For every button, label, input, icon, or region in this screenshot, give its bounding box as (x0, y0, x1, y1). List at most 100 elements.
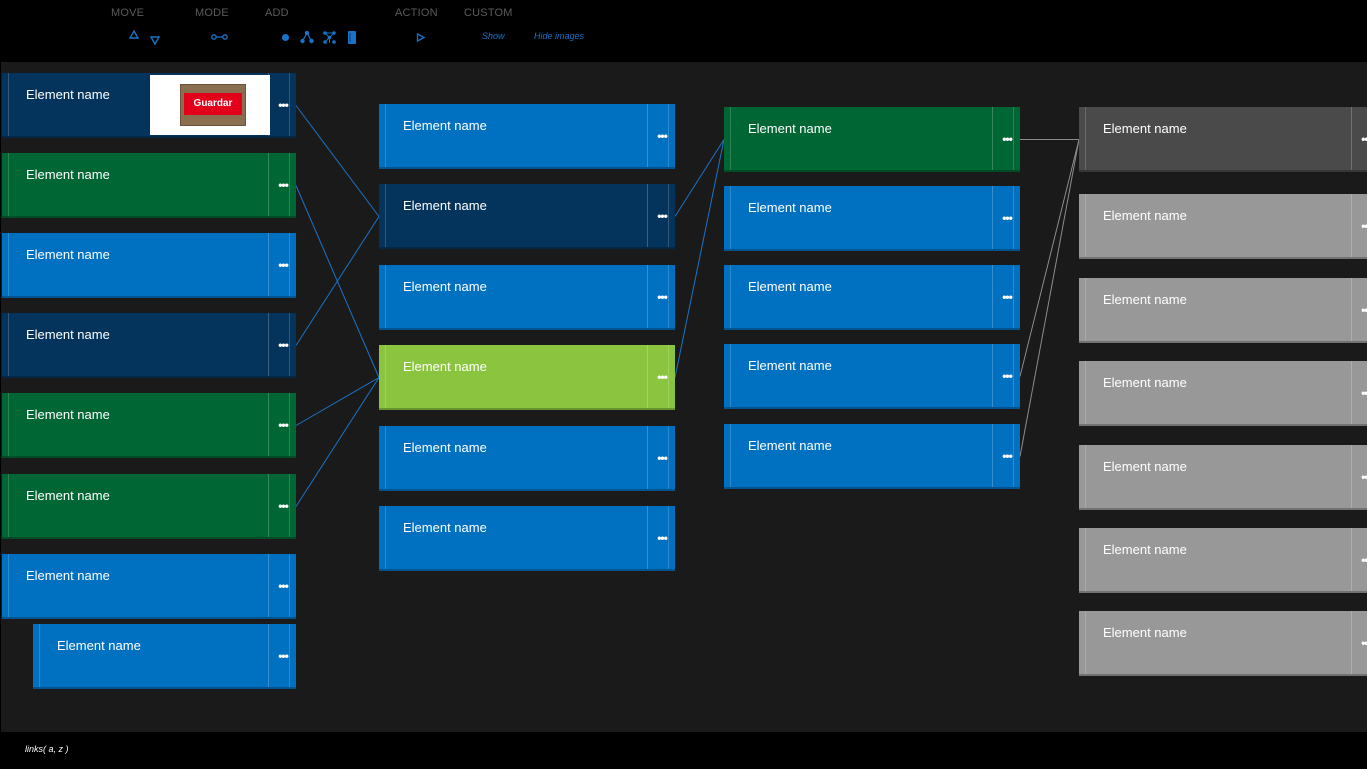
node-stripe (8, 313, 9, 376)
node-name: Element name (1103, 625, 1187, 640)
node-link (295, 105, 380, 217)
add-tree-icon[interactable] (300, 30, 314, 44)
node-menu-button[interactable]: ••• (992, 107, 1020, 170)
node-edge (1013, 424, 1014, 487)
node-link (295, 216, 380, 346)
node-menu-button[interactable]: ••• (268, 233, 296, 296)
graph-node[interactable]: Element name ••• (724, 107, 1020, 172)
graph-node[interactable]: Element name ••• (1079, 445, 1367, 510)
node-menu-button[interactable]: ••• (647, 104, 675, 167)
node-menu-button[interactable]: ••• (1351, 528, 1367, 591)
more-dots-icon: ••• (1361, 218, 1367, 233)
node-name: Element name (748, 121, 832, 136)
node-menu-button[interactable]: ••• (992, 265, 1020, 328)
node-menu-button[interactable]: ••• (647, 506, 675, 569)
node-menu-button[interactable]: ••• (647, 184, 675, 247)
node-menu-button[interactable]: ••• (268, 554, 296, 617)
graph-node[interactable]: Element name ••• (724, 344, 1020, 409)
node-menu-button[interactable]: ••• (647, 265, 675, 328)
node-stripe (730, 265, 731, 328)
node-name: Element name (403, 440, 487, 455)
node-stripe (8, 474, 9, 537)
node-name: Element name (26, 327, 110, 342)
show-button[interactable]: Show (482, 31, 505, 41)
add-node-icon[interactable] (281, 33, 290, 42)
node-menu-button[interactable]: ••• (992, 424, 1020, 487)
node-menu-button[interactable]: ••• (647, 345, 675, 408)
node-menu-button[interactable]: ••• (268, 474, 296, 537)
graph-node[interactable]: Element name ••• (1079, 528, 1367, 593)
graph-node[interactable]: Element name ••• (379, 265, 675, 330)
node-name: Element name (26, 167, 110, 182)
node-stripe (8, 73, 9, 136)
link-mode-icon[interactable] (211, 32, 228, 42)
node-menu-button[interactable]: ••• (268, 153, 296, 216)
node-menu-button[interactable]: ••• (1351, 278, 1367, 341)
toolbar: MOVE MODE ADD ACTION CUSTOM Show Hide im… (0, 0, 1367, 62)
graph-node[interactable]: Element name ••• (2, 474, 296, 539)
node-edge (289, 393, 290, 456)
graph-node[interactable]: Element name ••• (724, 265, 1020, 330)
graph-node[interactable]: Element name ••• (2, 393, 296, 458)
add-document-icon[interactable] (347, 30, 357, 45)
graph-node[interactable]: Element name ••• (2, 313, 296, 378)
graph-node[interactable]: Element name ••• (1079, 361, 1367, 426)
graph-node[interactable]: Element name ••• (1079, 278, 1367, 343)
graph-canvas[interactable]: Element name Guardar ••• Element name ••• Ele… (1, 62, 1367, 732)
graph-node[interactable]: Element name Guardar ••• (2, 73, 296, 138)
more-dots-icon: ••• (1361, 469, 1367, 484)
thumbnail-guardar-button: Guardar (184, 93, 242, 115)
node-menu-button[interactable]: ••• (1351, 445, 1367, 508)
graph-node[interactable]: Element name ••• (2, 554, 296, 619)
graph-node[interactable]: Element name ••• (379, 184, 675, 249)
node-edge (1013, 107, 1014, 170)
node-stripe (8, 153, 9, 216)
node-edge (289, 624, 290, 687)
graph-node[interactable]: Element name ••• (1079, 194, 1367, 259)
node-edge (289, 73, 290, 136)
node-menu-button[interactable]: ••• (1351, 107, 1367, 170)
graph-node[interactable]: Element name ••• (2, 233, 296, 298)
node-edge (289, 474, 290, 537)
graph-node[interactable]: Element name ••• (379, 345, 675, 410)
move-down-icon[interactable] (150, 35, 160, 45)
graph-node[interactable]: Element name ••• (379, 426, 675, 491)
node-menu-button[interactable]: ••• (647, 426, 675, 489)
node-menu-button[interactable]: ••• (992, 344, 1020, 407)
graph-node[interactable]: Element name ••• (2, 153, 296, 218)
node-name: Element name (26, 407, 110, 422)
graph-node[interactable]: Element name ••• (724, 186, 1020, 251)
play-icon[interactable] (416, 33, 425, 42)
node-stripe (1085, 611, 1086, 674)
node-menu-button[interactable]: ••• (268, 313, 296, 376)
hide-images-button[interactable]: Hide images (534, 31, 584, 41)
graph-node[interactable]: Element name ••• (379, 104, 675, 169)
node-edge (668, 345, 669, 408)
node-name: Element name (1103, 208, 1187, 223)
graph-node[interactable]: Element name ••• (379, 506, 675, 571)
node-stripe (730, 107, 731, 170)
graph-node[interactable]: Element name ••• (724, 424, 1020, 489)
node-thumbnail-image: Guardar (150, 75, 270, 135)
node-menu-button[interactable]: ••• (268, 73, 296, 136)
node-menu-button[interactable]: ••• (268, 624, 296, 687)
graph-node[interactable]: Element name ••• (1079, 611, 1367, 676)
node-menu-button[interactable]: ••• (1351, 361, 1367, 424)
node-name: Element name (1103, 375, 1187, 390)
node-link (295, 377, 380, 507)
node-name: Element name (1103, 459, 1187, 474)
node-menu-button[interactable]: ••• (1351, 611, 1367, 674)
node-edge (1013, 186, 1014, 249)
node-menu-button[interactable]: ••• (268, 393, 296, 456)
node-name: Element name (26, 568, 110, 583)
graph-node[interactable]: Element name ••• (1079, 107, 1367, 172)
more-dots-icon: ••• (1361, 635, 1367, 650)
node-menu-button[interactable]: ••• (992, 186, 1020, 249)
node-menu-button[interactable]: ••• (1351, 194, 1367, 257)
node-edge (289, 153, 290, 216)
add-network-icon[interactable] (322, 30, 337, 45)
node-stripe (8, 393, 9, 456)
graph-node[interactable]: Element name ••• (33, 624, 296, 689)
node-link (1019, 139, 1080, 377)
move-up-icon[interactable] (129, 30, 139, 40)
